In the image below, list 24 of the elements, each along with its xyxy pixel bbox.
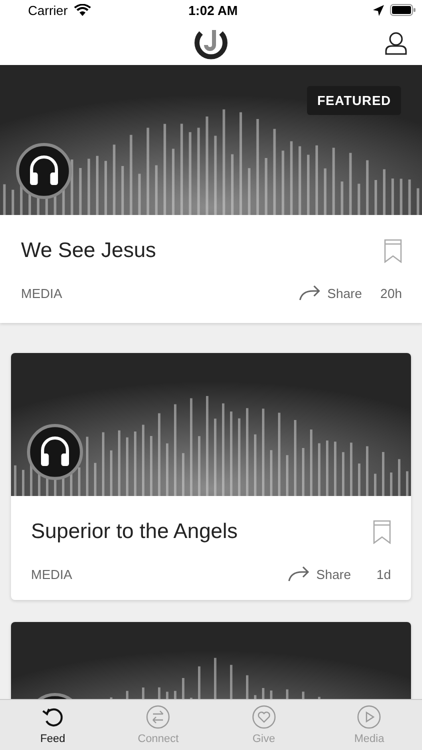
tab-button[interactable]: Feed [0,700,106,750]
share-arrow-icon [288,566,310,582]
share-arrow-icon [299,285,322,301]
post-title: Superior to the Angels [31,520,238,544]
swap-arrows-icon [146,705,170,729]
headphones-button[interactable] [27,424,83,480]
share-button[interactable]: Share [299,285,362,301]
featured-badge: FEATURED [307,86,401,115]
profile-icon[interactable] [384,31,408,55]
post-title: We See Jesus [21,239,156,263]
share-button[interactable]: Share [288,566,351,582]
battery-icon [390,4,416,16]
play-icon [357,705,382,729]
status-time: 1:02 AM [188,2,238,18]
media-card[interactable]: Superior to the Angels MEDIA Share 1d [11,353,411,600]
headphones-button[interactable] [16,143,72,199]
category-label: MEDIA [31,566,74,582]
wifi-icon [74,4,91,16]
carrier-name: Carrier [27,2,68,18]
post-age: 20h [380,286,402,300]
location-arrow-icon [373,4,384,16]
post-age: 1d [376,566,391,582]
category-label: MEDIA [21,286,64,300]
card-body[interactable]: We See Jesus MEDIA Share 20h [0,215,422,323]
